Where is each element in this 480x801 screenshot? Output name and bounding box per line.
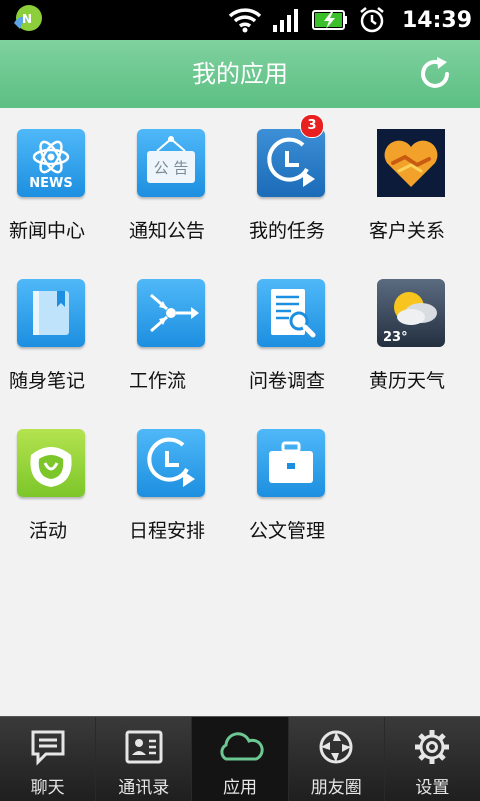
- schedule-icon: [137, 429, 205, 497]
- tab-moments[interactable]: 朋友圈: [289, 717, 385, 801]
- app-label: 问卷调查: [249, 370, 326, 392]
- app-workflow[interactable]: 工作流: [120, 258, 240, 408]
- refresh-icon[interactable]: [416, 55, 454, 93]
- app-notes[interactable]: 随身笔记: [0, 258, 120, 408]
- battery-charging-icon: [311, 10, 347, 30]
- briefcase-icon: [257, 429, 325, 497]
- cloud-icon: [220, 732, 264, 761]
- task-clock-icon: [257, 129, 325, 197]
- app-notice[interactable]: 公 告 通知公告: [120, 108, 240, 258]
- app-label: 通知公告: [129, 220, 206, 242]
- notice-board-icon: 公 告: [137, 129, 205, 197]
- tab-label: 通讯录: [118, 778, 170, 798]
- bottom-tab-bar: 聊天 通讯录 应用 朋友圈 设置: [0, 716, 480, 801]
- app-grid: NEWS 新闻中心 公 告 通知公告 我的任务 客户关系 随身笔记 工作流 问卷…: [0, 108, 480, 716]
- app-label: 日程安排: [129, 520, 206, 542]
- app-label: 工作流: [129, 370, 187, 392]
- task-count-badge: 3: [300, 114, 324, 138]
- tab-settings[interactable]: 设置: [385, 717, 480, 801]
- tab-label: 聊天: [30, 778, 65, 798]
- alarm-icon: [360, 7, 384, 33]
- chat-icon: [31, 730, 65, 766]
- svg-text:公 告: 公 告: [154, 159, 189, 177]
- activity-icon: [17, 429, 85, 497]
- app-label: 我的任务: [249, 220, 326, 242]
- workflow-icon: [137, 279, 205, 347]
- app-label: 黄历天气: [369, 370, 446, 392]
- app-label: 随身笔记: [9, 370, 86, 392]
- app-label: 新闻中心: [9, 220, 86, 242]
- title-bar: 我的应用: [0, 40, 480, 109]
- tab-contacts[interactable]: 通讯录: [96, 717, 193, 801]
- app-label: 公文管理: [249, 520, 326, 542]
- wifi-icon: [228, 8, 262, 33]
- app-news-center[interactable]: NEWS 新闻中心: [0, 108, 120, 258]
- app-schedule[interactable]: 日程安排: [120, 408, 240, 558]
- status-bar: N 14:39: [0, 0, 480, 40]
- svg-text:23°: 23°: [383, 330, 408, 345]
- app-notification-icon: N: [14, 5, 42, 31]
- handshake-heart-icon: [377, 129, 445, 197]
- survey-icon: [257, 279, 325, 347]
- tab-label: 设置: [415, 778, 450, 798]
- app-weather[interactable]: 23° 黄历天气: [360, 258, 480, 408]
- app-activity[interactable]: 活动: [0, 408, 120, 558]
- clock: 14:39: [401, 7, 472, 33]
- weather-icon: 23°: [377, 279, 445, 347]
- app-documents[interactable]: 公文管理: [240, 408, 360, 558]
- news-icon: NEWS: [17, 129, 85, 197]
- notebook-icon: [17, 279, 85, 347]
- app-survey[interactable]: 问卷调查: [240, 258, 360, 408]
- signal-icon: [272, 9, 298, 32]
- app-crm[interactable]: 客户关系: [360, 108, 480, 258]
- svg-text:N: N: [22, 12, 32, 26]
- tab-chat[interactable]: 聊天: [0, 717, 97, 801]
- contacts-icon: [125, 730, 163, 764]
- tab-label: 应用: [223, 778, 257, 798]
- tab-apps[interactable]: 应用: [192, 717, 289, 801]
- app-label: 客户关系: [369, 220, 446, 242]
- svg-text:NEWS: NEWS: [29, 176, 72, 191]
- tab-label: 朋友圈: [310, 778, 362, 798]
- aperture-icon: [319, 730, 353, 764]
- page-title: 我的应用: [192, 60, 288, 88]
- gear-icon: [415, 730, 450, 764]
